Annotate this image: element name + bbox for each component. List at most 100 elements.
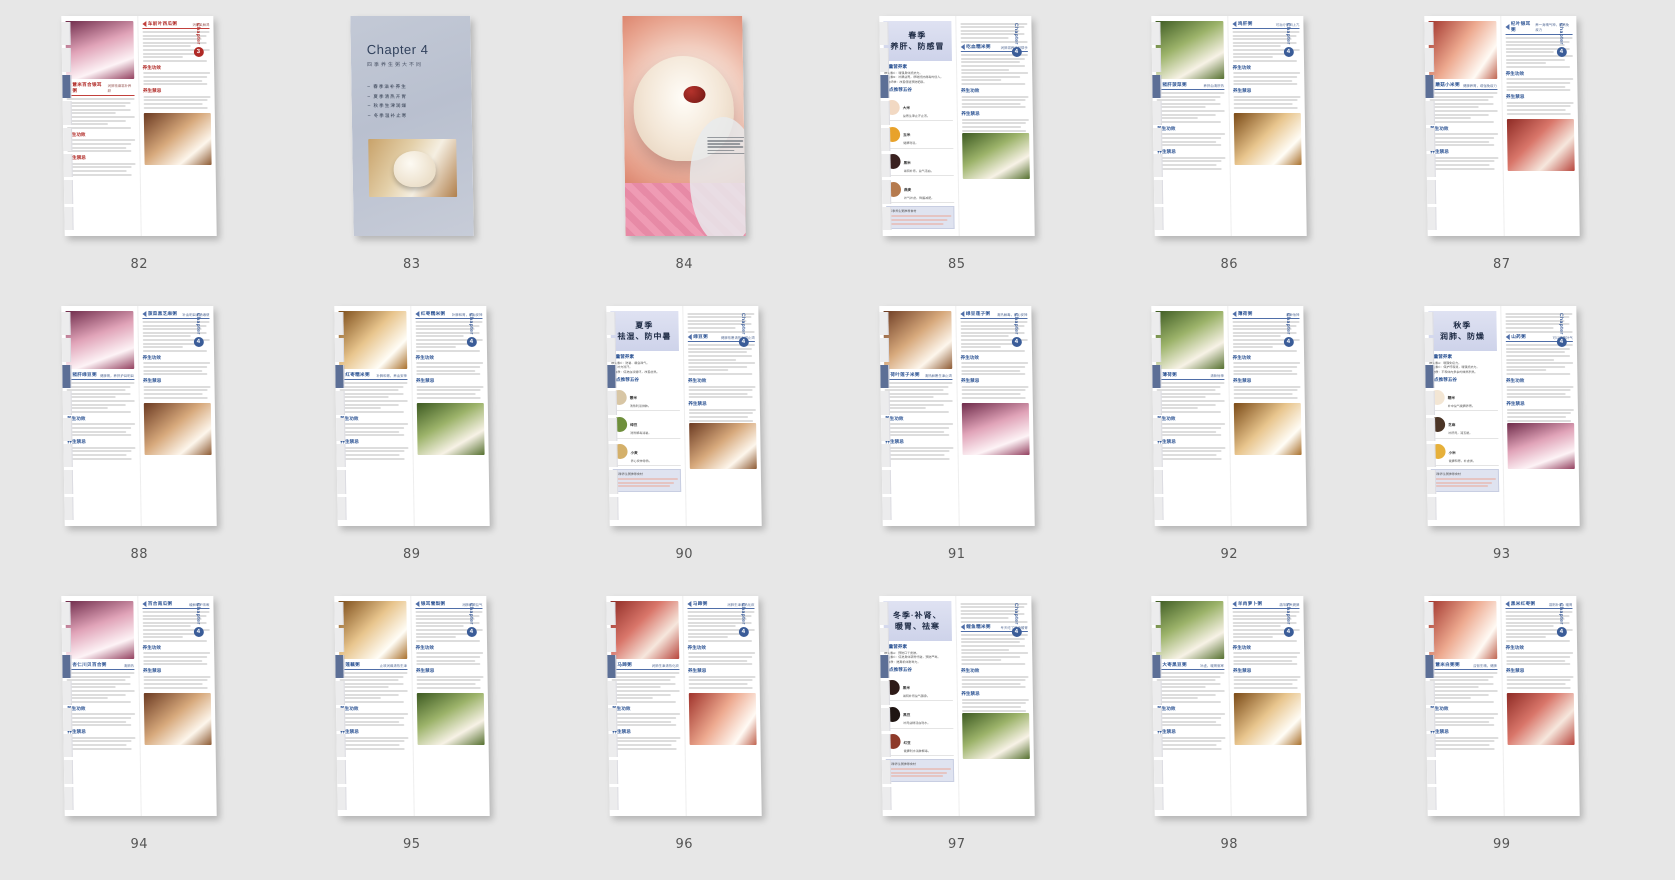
index-tab: [335, 707, 346, 731]
page-thumbnail-cell[interactable]: 大枣黑豆粥 补虚，暖胃驱寒 养生功效 养生禁忌 羊肉萝卜粥 温阳补气健脾 养生功效 养生禁忌 C…: [1093, 580, 1366, 870]
page-preview[interactable]: Chapter 4 四季养生粥大不同春季滋补养生夏季清热开胃秋季生津润燥冬季温补止…: [350, 16, 474, 236]
page-thumbnail-96[interactable]: 马蹄粥 润肺生津清热化痰 养生功效 养生禁忌 马蹄粥 润肺生津清热化痰 养生功效 养生禁忌 Ch…: [606, 596, 762, 816]
grain-text: 黑米 滋阴补肾，益气活血。: [903, 151, 953, 173]
chapter-contents-list: 春季滋补养生夏季清热开胃秋季生津润燥冬季温补止寒: [367, 84, 456, 118]
text-line: [688, 392, 748, 395]
chapter-marker: Chapter 4: [193, 313, 205, 347]
page-thumbnail-cell[interactable]: 春季 养肝、防感冒 缺量营养素 维生素C：增强身体抵抗力。 维生素B：补脾益胃，帮助抵抗…: [821, 0, 1094, 290]
text-line: [1157, 434, 1222, 437]
page-preview[interactable]: 马蹄粥 润肺生津清热化痰 养生功效 养生禁忌 马蹄粥 润肺生津清热化痰 养生功效 养生禁忌 Ch…: [606, 596, 762, 816]
index-tab: [334, 338, 344, 362]
page-preview[interactable]: 薏米白粥粥 益智生精，健脾 养生功效 养生禁忌 黑米红枣粥 滋阴补肾，暖胃 养生功效 养生禁忌…: [1424, 596, 1580, 816]
page-thumbnail-87[interactable]: 蘑菇小米粥 健脾养胃，增强免疫力 养生功效 养生禁忌 杞叶银耳粥 养一身精气神，提高免疫力…: [1424, 16, 1580, 236]
page-preview[interactable]: 荷叶莲子米粥 清热解暑生津止渴 养生功效 养生禁忌 绿豆莲子粥 清热解毒，养心安神 养生功效…: [879, 306, 1035, 526]
page-thumbnail-94[interactable]: 杏仁川贝百合粥 清肺热 养生功效 养生禁忌 百合南瓜粥 缓解咽干咳嗽 养生功效 养生禁忌 Cha…: [61, 596, 217, 816]
page-preview[interactable]: 杏仁川贝百合粥 清肺热 养生功效 养生禁忌 百合南瓜粥 缓解咽干咳嗽 养生功效 养生禁忌 Cha…: [61, 596, 217, 816]
page-thumbnail-90[interactable]: 夏季 祛湿、防中暑 缺量营养素 维生素C：防暑、缓急躁气。 钾：补充流汗。 蛋白质：促进血…: [606, 306, 762, 526]
text-line: [1232, 655, 1298, 658]
page-thumbnail-cell[interactable]: 杏仁川贝百合粥 清肺热 养生功效 养生禁忌 百合南瓜粥 缓解咽干咳嗽 养生功效 养生禁忌 Cha…: [3, 580, 276, 870]
page-preview[interactable]: 夏季 祛湿、防中暑 缺量营养素 维生素C：防暑、缓急躁气。 钾：补充流汗。 蛋白质：促进血…: [606, 306, 762, 526]
page-preview[interactable]: 莲藕粥 止咳润燥清热生津 养生功效 养生禁忌 银耳雪梨粥 润肺养颜益气 养生功效 养生禁忌 Ch…: [334, 596, 490, 816]
text-line: [1232, 335, 1282, 338]
page-thumbnail-89[interactable]: 红枣糯米粥 补脾和胃，养血安神 养生功效 养生禁忌 红枣糯米粥 补脾和胃，养血安神 养生功效…: [334, 306, 490, 526]
index-tab: [882, 206, 892, 230]
page-thumbnail-cell[interactable]: 秋季 润肺、防燥 缺量营养素 维生素A：增强免疫力。 维生素C：保护呼吸道，增强抵抗力。…: [1366, 290, 1639, 580]
index-tab: [64, 496, 74, 520]
chapter-marker: Chapter 4: [1010, 603, 1022, 637]
text-line: [960, 644, 1025, 647]
index-tab: [1427, 496, 1437, 520]
page-thumbnail-95[interactable]: 莲藕粥 止咳润燥清热生津 养生功效 养生禁忌 银耳雪梨粥 润肺养颜益气 养生功效 养生禁忌 Ch…: [334, 596, 490, 816]
page-thumbnail-88[interactable]: 猪肝绿豆粥 健脾胃，养肝护目明目 养生功效 养生禁忌 菠菜黑芝麻粥 补血明目润肠通便 养生功…: [61, 306, 217, 526]
page-thumbnail-cell[interactable]: 蘑菇小米粥 健脾养胃，增强免疫力 养生功效 养生禁忌 杞叶银耳粥 养一身精气神，提高免疫力…: [1366, 0, 1639, 290]
text-line: [1157, 457, 1223, 460]
text-line: [688, 682, 748, 685]
text-line: [415, 362, 483, 365]
page-preview[interactable]: 薄荷粥 清新怡神 养生功效 养生禁忌 薄荷粥 清新怡神 养生功效 养生禁忌 Chapter 4: [1151, 306, 1307, 526]
text-line: [960, 389, 1025, 392]
recipe-section-title: 养生功效: [67, 705, 86, 711]
page-thumbnail-cell[interactable]: Chapter 4 四季养生粥大不同春季滋补养生夏季清热开胃秋季生津润燥冬季温补止…: [276, 0, 549, 290]
index-tab: [1153, 707, 1163, 731]
text-line: [67, 150, 132, 153]
page-thumbnail-cell[interactable]: 84: [548, 0, 821, 290]
page-thumbnail-91[interactable]: 荷叶莲子米粥 清热解暑生津止渴 养生功效 养生禁忌 绿豆莲子粥 清热解毒，养心安神 养生功效…: [879, 306, 1035, 526]
page-thumbnail-cell[interactable]: 猪肝绿豆粥 健脾胃，养肝护目明目 养生功效 养生禁忌 菠菜黑芝麻粥 补血明目润肠通便 养生功…: [3, 290, 276, 580]
thumbnail-grid-viewer[interactable]: 薏米百合银耳粥 润肺祛燥滋补养颜 养生功效 养生禁忌 车前叶西瓜粥 消暑又解渴 养生功效 养生…: [0, 0, 1675, 880]
text-line: [960, 79, 1002, 82]
page-thumbnail-cell[interactable]: 夏季 祛湿、防中暑 缺量营养素 维生素C：防暑、缓急躁气。 钾：补充流汗。 蛋白质：促进血…: [548, 290, 821, 580]
page-number-label: 91: [947, 547, 966, 562]
page-thumbnail-cell[interactable]: 冬季·补肾、 暖胃、祛寒 缺量营养素 维生素A：预防口干皮肤。 维生素C：促进身体新陈代…: [821, 580, 1094, 870]
page-thumbnail-84[interactable]: [608, 16, 760, 236]
page-thumbnail-cell[interactable]: 薏米白粥粥 益智生精，健脾 养生功效 养生禁忌 黑米红枣粥 滋阴补肾，暖胃 养生功效 养生禁忌…: [1366, 580, 1639, 870]
page-preview[interactable]: 猪肝绿豆粥 健脾胃，养肝护目明目 养生功效 养生禁忌 菠菜黑芝麻粥 补血明目润肠通便 养生功…: [61, 306, 217, 526]
page-thumbnail-97[interactable]: 冬季·补肾、 暖胃、祛寒 缺量营养素 维生素A：预防口干皮肤。 维生素C：促进身体新陈代…: [879, 596, 1035, 816]
page-thumbnail-cell[interactable]: 荷叶莲子米粥 清热解暑生津止渴 养生功效 养生禁忌 绿豆莲子粥 清热解毒，养心安神 养生功效…: [821, 290, 1094, 580]
page-thumbnail-cell[interactable]: 莲藕粥 止咳润燥清热生津 养生功效 养生禁忌 银耳雪梨粥 润肺养颜益气 养生功效 养生禁忌 Ch…: [276, 580, 549, 870]
chapter-marker-word: Chapter: [740, 313, 747, 335]
page-thumbnail-98[interactable]: 大枣黑豆粥 补虚，暖胃驱寒 养生功效 养生禁忌 羊肉萝卜粥 温阳补气健脾 养生功效 养生禁忌 C…: [1151, 596, 1307, 816]
book-spread: 猪肝菠菜粥 养肝血清肝热 养生功效 养生禁忌 鸡肝粥 可治疗肝阳上亢 养生功效 养生禁忌 Cha…: [1151, 16, 1307, 236]
text-line: [1157, 136, 1222, 139]
page-thumbnail-83[interactable]: Chapter 4 四季养生粥大不同春季滋补养生夏季清热开胃秋季生津润燥冬季温补止…: [336, 16, 488, 236]
recipe-section-title: 养生禁忌: [1157, 439, 1177, 445]
page-thumbnail-99[interactable]: 薏米白粥粥 益智生精，健脾 养生功效 养生禁忌 黑米红枣粥 滋阴补肾，暖胃 养生功效 养生禁忌…: [1424, 596, 1580, 816]
page-thumbnail-93[interactable]: 秋季 润肺、防燥 缺量营养素 维生素A：增强免疫力。 维生素C：保护呼吸道，增强抵抗力。…: [1424, 306, 1580, 526]
text-line: [1505, 105, 1571, 108]
nutrient-item: 矿物质：平和体内多余的燥热积热。: [1429, 369, 1478, 374]
page-preview[interactable]: [622, 16, 746, 236]
page-preview[interactable]: 蘑菇小米粥 健脾养胃，增强免疫力 养生功效 养生禁忌 杞叶银耳粥 养一身精气神，提高免疫力…: [1424, 16, 1580, 236]
index-tab: [607, 628, 617, 652]
recipe-title: 薄荷粥: [1238, 311, 1253, 317]
text-line: [960, 686, 1026, 689]
page-thumbnail-82[interactable]: 薏米百合银耳粥 润肺祛燥滋补养颜 养生功效 养生禁忌 车前叶西瓜粥 消暑又解渴 养生功效 养生…: [61, 16, 217, 236]
page-thumbnail-86[interactable]: 猪肝菠菜粥 养肝血清肝热 养生功效 养生禁忌 鸡肝粥 可治疗肝阳上亢 养生功效 养生禁忌 Cha…: [1151, 16, 1307, 236]
page-preview[interactable]: 秋季 润肺、防燥 缺量营养素 维生素A：增强免疫力。 维生素C：保护呼吸道，增强抵抗力。…: [1424, 306, 1580, 526]
page-preview[interactable]: 冬季·补肾、 暖胃、祛寒 缺量营养素 维生素A：预防口干皮肤。 维生素C：促进身体新陈代…: [879, 596, 1035, 816]
page-thumbnail-cell[interactable]: 红枣糯米粥 补脾和胃，养血安神 养生功效 养生禁忌 红枣糯米粥 补脾和胃，养血安神 养生功效…: [276, 290, 549, 580]
text-line: [1232, 652, 1301, 655]
text-line: [959, 36, 1009, 39]
index-tab: [63, 153, 74, 178]
page-thumbnail-85[interactable]: 春季 养肝、防感冒 缺量营养素 维生素C：增强身体抵抗力。 维生素B：补脾益胃，帮助抵抗…: [879, 16, 1035, 236]
text-line: [415, 392, 476, 395]
page-preview[interactable]: 猪肝菠菜粥 养肝血清肝热 养生功效 养生禁忌 鸡肝粥 可治疗肝阳上亢 养生功效 养生禁忌 Cha…: [1151, 16, 1307, 236]
index-tab: [62, 101, 73, 125]
page-preview[interactable]: 大枣黑豆粥 补虚，暖胃驱寒 养生功效 养生禁忌 羊肉萝卜粥 温阳补气健脾 养生功效 养生禁忌 C…: [1151, 596, 1307, 816]
page-left-half: 秋季 润肺、防燥 缺量营养素 维生素A：增强免疫力。 维生素C：保护呼吸道，增强抵抗力。…: [1424, 306, 1504, 526]
page-thumbnail-cell[interactable]: 马蹄粥 润肺生津清热化痰 养生功效 养生禁忌 马蹄粥 润肺生津清热化痰 养生功效 养生禁忌 Ch…: [548, 580, 821, 870]
page-thumbnail-92[interactable]: 薄荷粥 清新怡神 养生功效 养生禁忌 薄荷粥 清新怡神 养生功效 养生禁忌 Chapter 4: [1151, 306, 1307, 526]
page-preview[interactable]: 红枣糯米粥 补脾和胃，养血安神 养生功效 养生禁忌 红枣糯米粥 补脾和胃，养血安神 养生功效…: [334, 306, 490, 526]
page-left-half: 猪肝菠菜粥 养肝血清肝热 养生功效 养生禁忌: [1151, 16, 1232, 236]
page-thumbnail-cell[interactable]: 薏米百合银耳粥 润肺祛燥滋补养颜 养生功效 养生禁忌 车前叶西瓜粥 消暑又解渴 养生功效 养生…: [3, 0, 276, 290]
page-preview[interactable]: 薏米百合银耳粥 润肺祛燥滋补养颜 养生功效 养生禁忌 车前叶西瓜粥 消暑又解渴 养生功效 养生…: [61, 16, 217, 236]
text-line: [1430, 167, 1495, 170]
page-preview[interactable]: 春季 养肝、防感冒 缺量营养素 维生素C：增强身体抵抗力。 维生素B：补脾益胃，帮助抵抗…: [879, 16, 1035, 236]
recipe-heading: 大枣黑豆粥 补虚，暖胃驱寒: [1156, 662, 1225, 671]
recipe-title: 荷叶莲子米粥: [890, 372, 920, 378]
book-spread: 大枣黑豆粥 补虚，暖胃驱寒 养生功效 养生禁忌 羊肉萝卜粥 温阳补气健脾 养生功效 养生禁忌 C…: [1151, 596, 1307, 816]
text-line: [67, 743, 128, 746]
page-thumbnail-cell[interactable]: 薄荷粥 清新怡神 养生功效 养生禁忌 薄荷粥 清新怡神 养生功效 养生禁忌 Chapter 4 92: [1093, 290, 1366, 580]
page-thumbnail-cell[interactable]: 猪肝菠菜粥 养肝血清肝热 养生功效 养生禁忌 鸡肝粥 可治疗肝阳上亢 养生功效 养生禁忌 Cha…: [1093, 0, 1366, 290]
text-line: [1233, 385, 1301, 388]
